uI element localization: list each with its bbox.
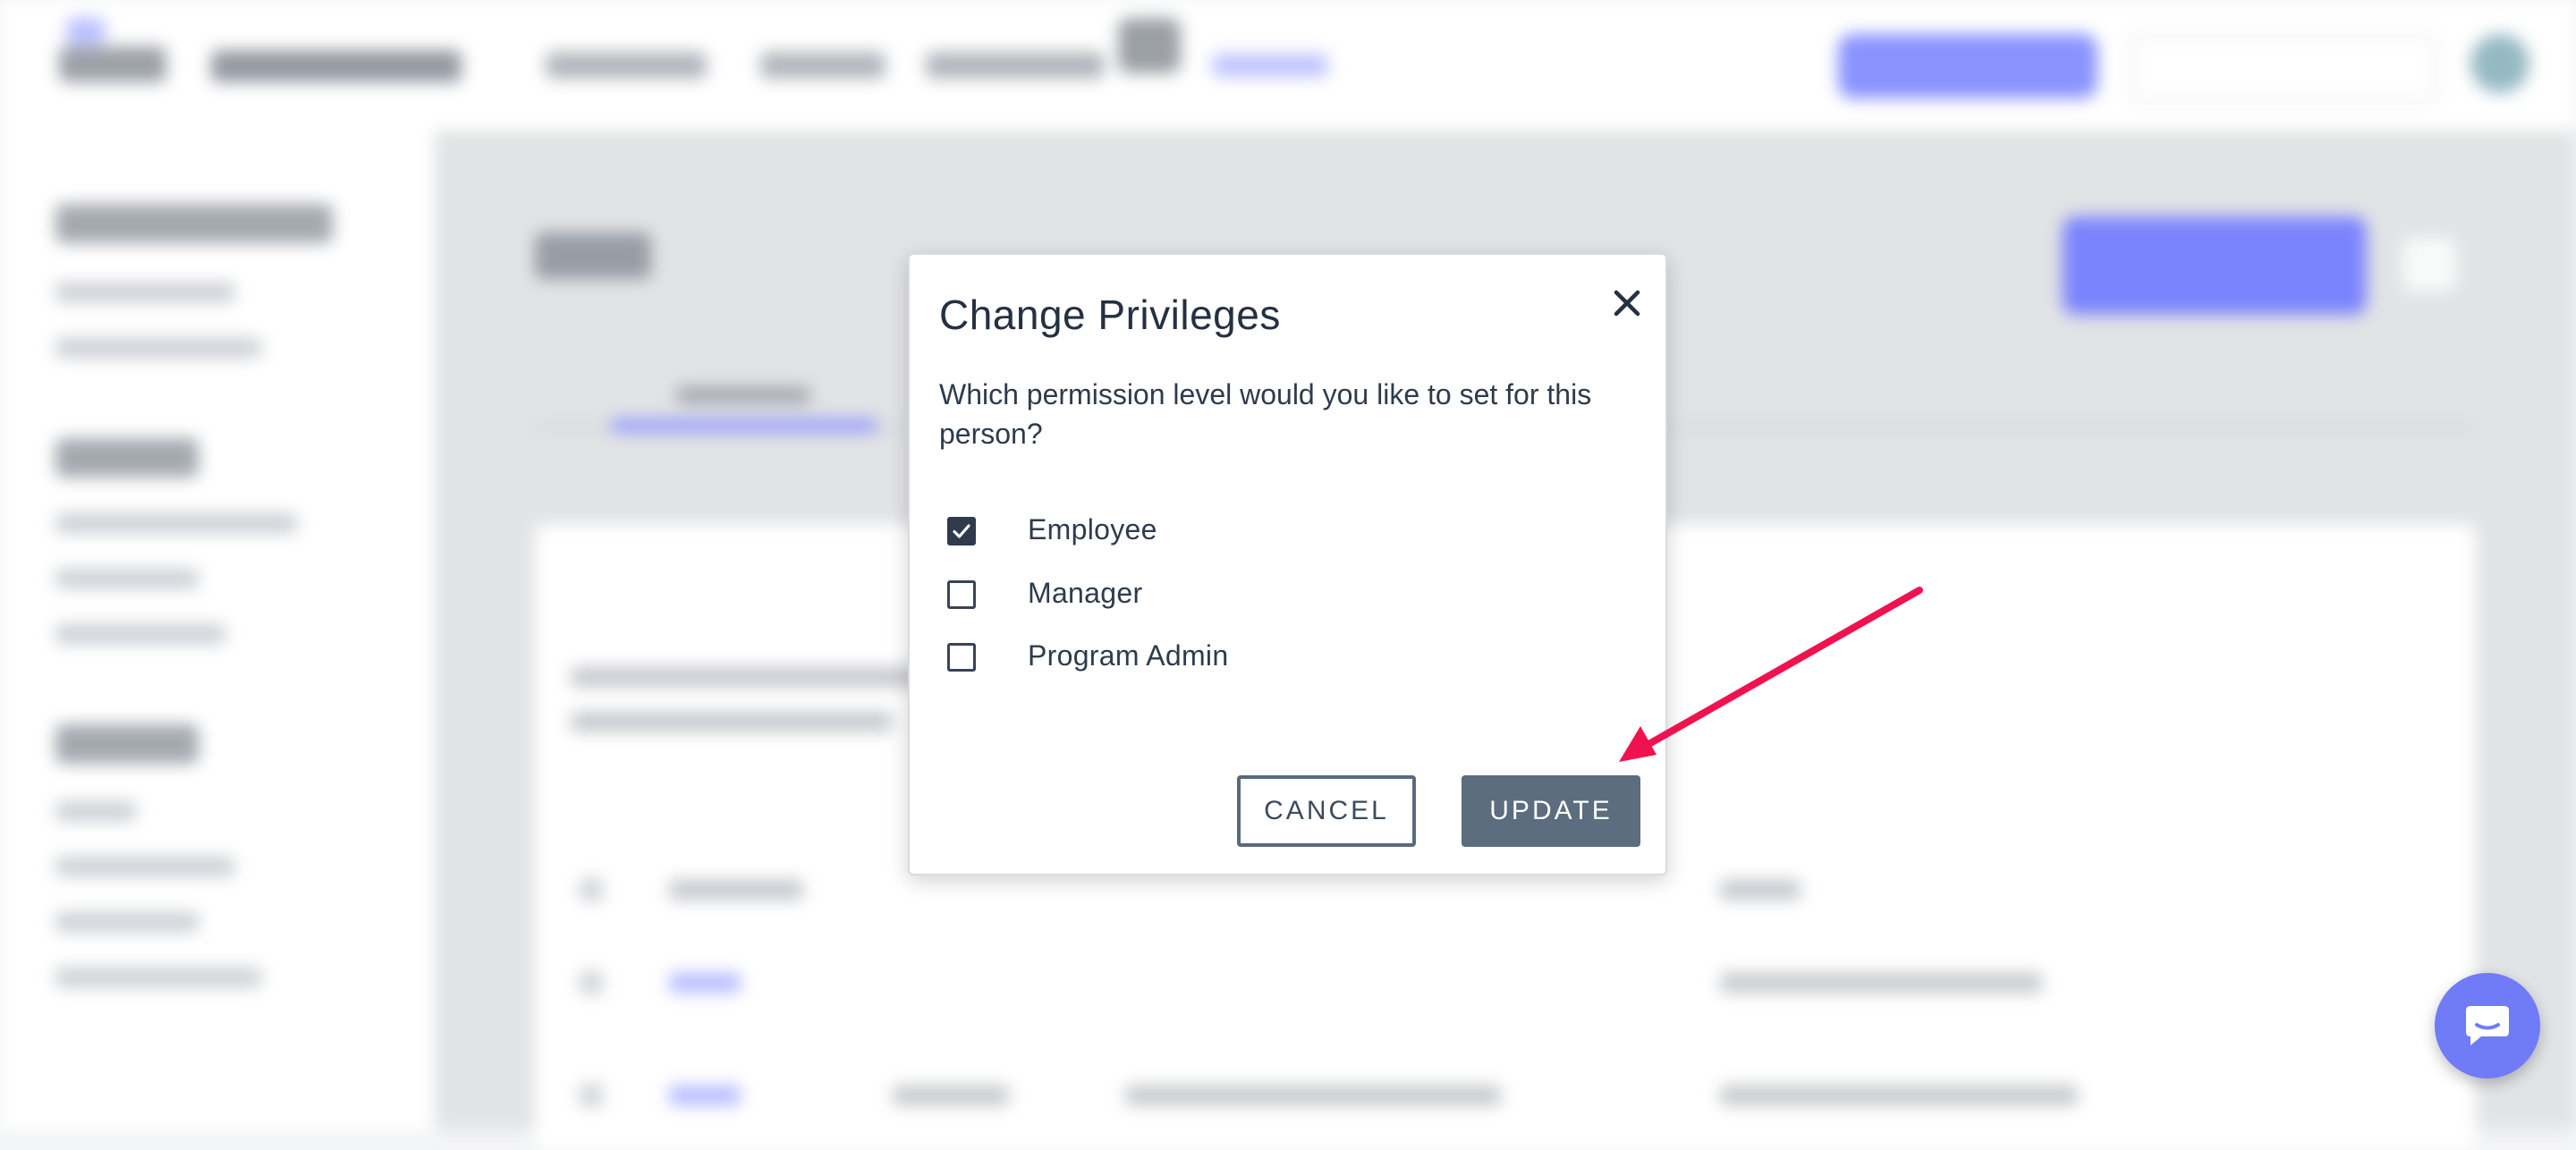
table-row-checkbox bbox=[580, 1084, 603, 1107]
sidebar bbox=[0, 131, 435, 1130]
sidebar-item bbox=[55, 569, 199, 588]
user-avatar bbox=[2470, 34, 2529, 93]
sidebar-item bbox=[55, 857, 234, 876]
more-button bbox=[2402, 238, 2456, 292]
table-header bbox=[669, 880, 803, 900]
sidebar-item bbox=[55, 513, 297, 533]
sidebar-item bbox=[55, 283, 234, 302]
table-header-checkbox bbox=[580, 878, 603, 901]
sidebar-heading bbox=[55, 438, 199, 478]
table-row-name bbox=[669, 973, 741, 993]
nav-link bbox=[760, 52, 886, 79]
option-employee[interactable]: Employee bbox=[947, 510, 1484, 554]
tab-label bbox=[676, 386, 810, 404]
manager-label: Manager bbox=[1028, 577, 1143, 609]
app-logo bbox=[59, 47, 166, 82]
chat-launcher-button[interactable] bbox=[2435, 973, 2540, 1078]
nav-link bbox=[926, 52, 1105, 79]
table-row-checkbox bbox=[580, 971, 603, 994]
primary-action-button bbox=[1838, 34, 2097, 98]
nav-link-active bbox=[1212, 54, 1328, 77]
change-privileges-dialog: Change Privileges Which permission level… bbox=[908, 253, 1667, 875]
dialog-title: Change Privileges bbox=[939, 292, 1281, 338]
organization-name bbox=[211, 50, 462, 82]
employee-checkbox[interactable] bbox=[947, 517, 976, 545]
program-admin-label: Program Admin bbox=[1028, 639, 1229, 672]
table-row-email bbox=[1125, 1086, 1501, 1105]
sidebar-item bbox=[55, 624, 225, 644]
program-admin-checkbox[interactable] bbox=[947, 643, 976, 672]
manager-checkbox[interactable] bbox=[947, 580, 976, 609]
close-button[interactable] bbox=[1606, 282, 1648, 325]
sidebar-item bbox=[55, 338, 261, 358]
sidebar-item bbox=[55, 968, 261, 987]
sidebar-heading bbox=[55, 724, 199, 764]
employee-label: Employee bbox=[1028, 513, 1157, 545]
sidebar-item bbox=[55, 801, 136, 821]
checkmark-icon bbox=[953, 524, 970, 538]
logo-mark bbox=[66, 18, 106, 45]
sidebar-heading bbox=[55, 204, 333, 243]
nav-link bbox=[546, 52, 707, 79]
table-hint bbox=[571, 667, 946, 687]
table-hint bbox=[571, 712, 893, 731]
option-program-admin[interactable]: Program Admin bbox=[947, 636, 1484, 681]
table-row-email bbox=[1720, 1086, 2078, 1105]
add-button bbox=[2063, 216, 2367, 315]
table-row-email bbox=[1720, 973, 2042, 993]
table-row-role bbox=[893, 1086, 1009, 1105]
chat-bubble-icon bbox=[2466, 1006, 2509, 1045]
top-navigation-bar bbox=[0, 0, 2576, 131]
sidebar-item bbox=[55, 912, 199, 932]
update-button[interactable]: UPDATE bbox=[1462, 775, 1640, 847]
cancel-button[interactable]: CANCEL bbox=[1237, 775, 1416, 847]
floating-avatar bbox=[1118, 18, 1181, 73]
secondary-action-button bbox=[2129, 34, 2438, 104]
table-header bbox=[1720, 880, 1801, 900]
page-title bbox=[535, 233, 651, 279]
dialog-question: Which permission level would you like to… bbox=[939, 378, 1592, 450]
table-row-name bbox=[669, 1086, 741, 1105]
close-icon bbox=[1614, 290, 1640, 317]
tab-underline bbox=[610, 419, 878, 433]
option-manager[interactable]: Manager bbox=[947, 573, 1484, 618]
